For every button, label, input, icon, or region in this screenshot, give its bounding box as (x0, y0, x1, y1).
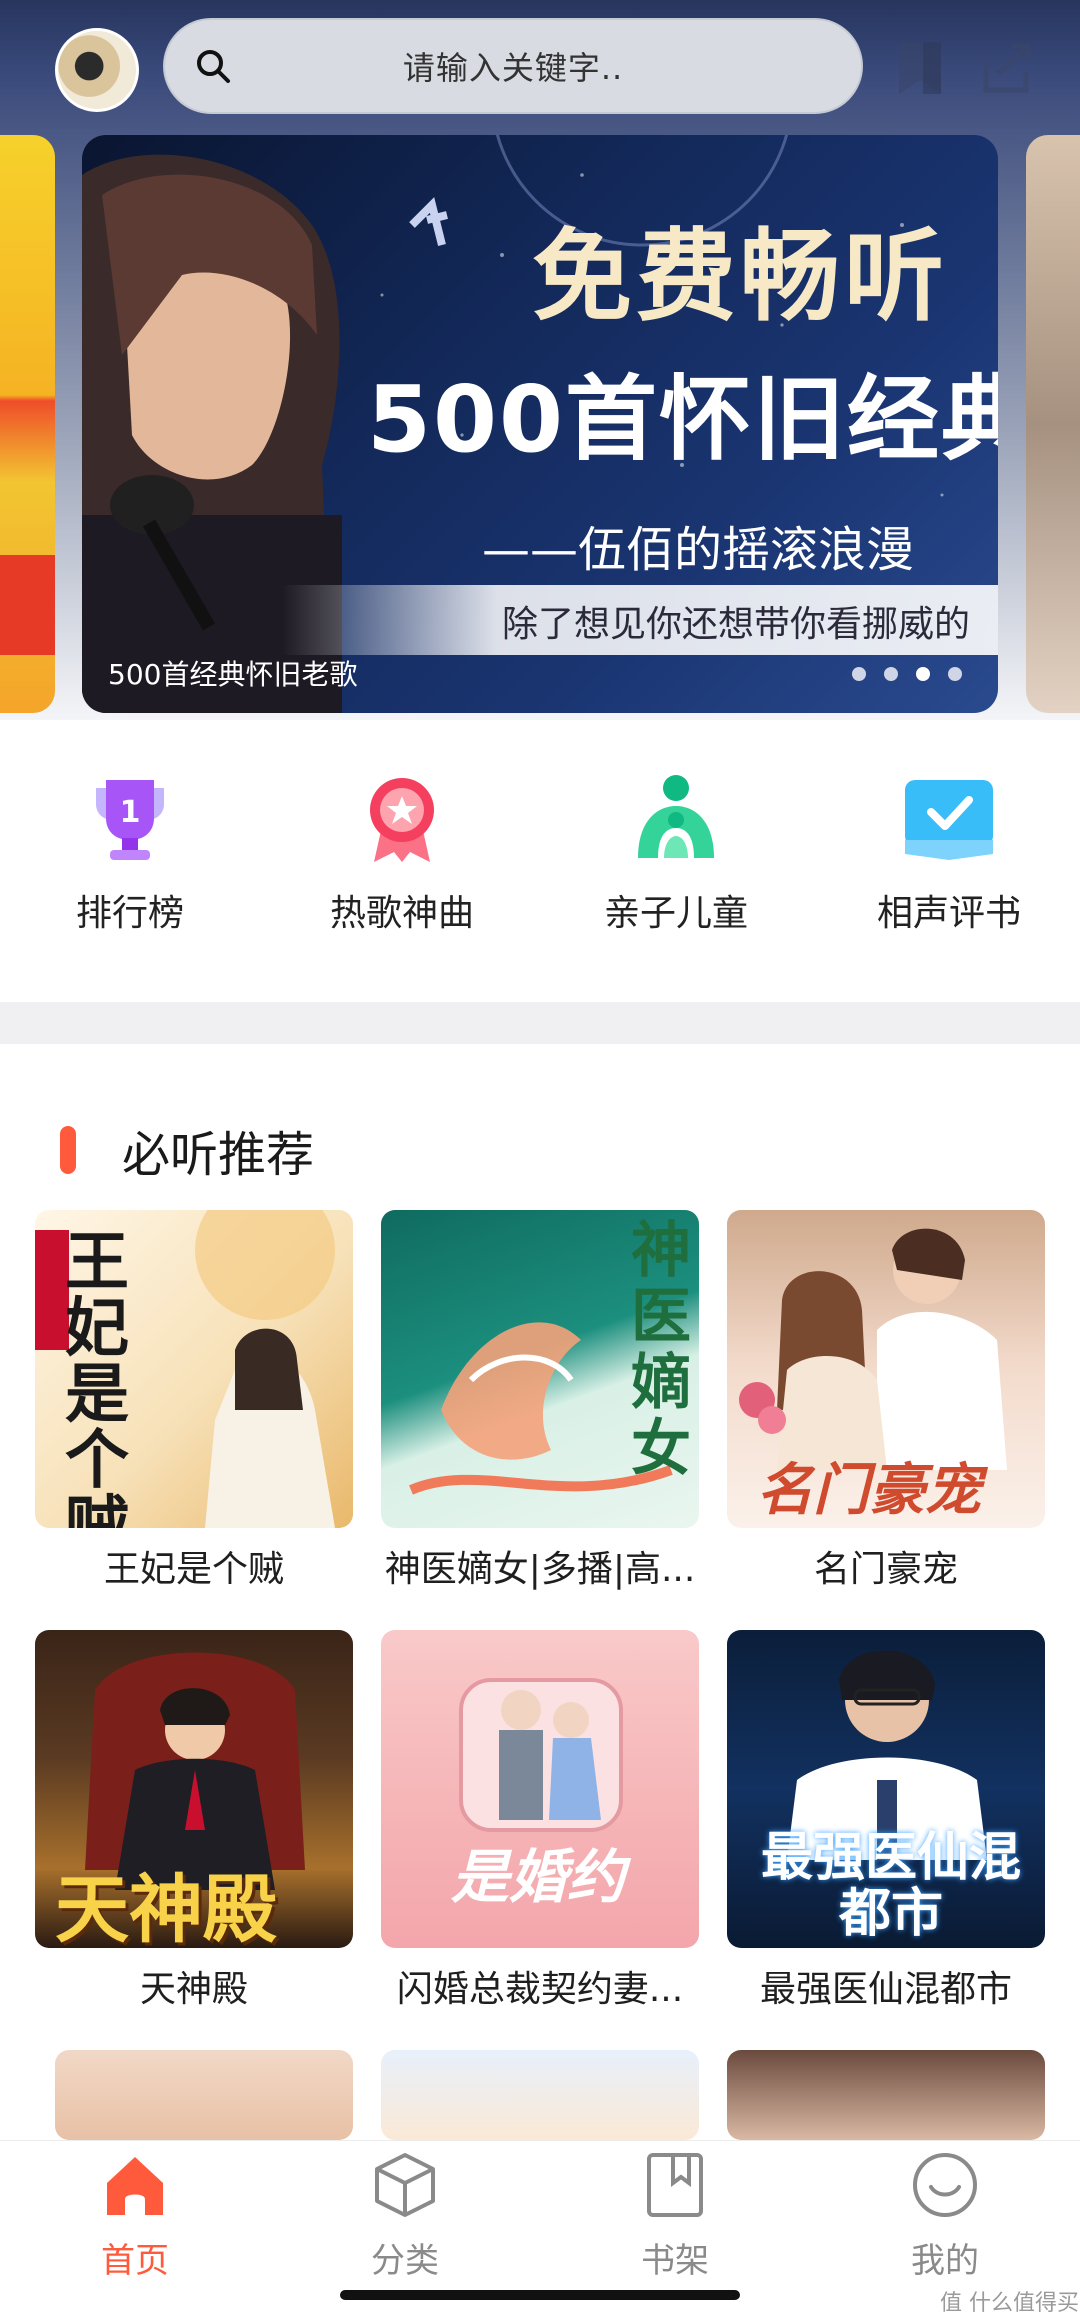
book-card[interactable] (727, 2050, 1045, 2140)
quick-item-crosstalk[interactable]: 相声评书 (849, 770, 1049, 936)
trophy-icon: 1 (96, 780, 164, 860)
book-cover[interactable]: 神医嫡女 (381, 1210, 699, 1528)
nav-label-category: 分类 (371, 2241, 439, 2281)
banner-lyric: 除了想见你还想带你看挪威的 (502, 604, 971, 645)
profile-icon (913, 2153, 977, 2217)
carousel-dot-active[interactable] (916, 667, 930, 681)
nav-category[interactable]: 分类 (305, 2149, 505, 2282)
quick-label-crosstalk: 相声评书 (876, 893, 1021, 934)
banner-subheadline: 500首怀旧经典 (367, 366, 998, 473)
nav-label-profile: 我的 (911, 2241, 979, 2281)
book-cover-title: 名门豪宠 (757, 1458, 981, 1523)
medal-icon (370, 778, 434, 862)
section-divider (0, 1002, 1080, 1044)
book-cover[interactable]: 是婚约 (381, 1630, 699, 1948)
book-title: 神医嫡女|多播|高... (384, 1549, 696, 1590)
book-cover[interactable]: 王妃是个贼 (35, 1210, 353, 1528)
quick-label-kids: 亲子儿童 (603, 893, 748, 934)
nav-home[interactable]: 首页 (35, 2149, 235, 2282)
watermark: 值 什么值得买 (940, 2291, 1079, 2316)
quick-category-row: 1 排行榜 热歌神曲 亲子儿童 相声评书 (0, 770, 1080, 940)
search-icon (197, 50, 230, 83)
banner-prev-card[interactable] (0, 135, 55, 713)
book-cover[interactable] (727, 2050, 1045, 2140)
nav-bookshelf[interactable]: 书架 (575, 2149, 775, 2282)
quick-item-hot-songs[interactable]: 热歌神曲 (302, 770, 502, 936)
search-input[interactable]: 请输入关键字.. (165, 43, 861, 89)
carousel-indicator (852, 667, 962, 681)
nav-label-bookshelf: 书架 (641, 2241, 709, 2281)
book-cover[interactable] (381, 2050, 699, 2140)
quick-item-kids[interactable]: 亲子儿童 (576, 770, 776, 936)
nav-profile[interactable]: 我的 (845, 2149, 1045, 2282)
banner-tagline: ——伍佰的摇滚浪漫 (482, 522, 915, 578)
book-card[interactable]: 最强医仙混都市 最强医仙混都市 (727, 1630, 1045, 2012)
book-cover-title: 天神殿 (55, 1867, 277, 1948)
banner-headline: 免费畅听 (532, 218, 948, 335)
book-cover-title: 最强医仙混都市 (760, 1828, 1021, 1944)
svg-text:1: 1 (120, 795, 141, 830)
nav-label-home: 首页 (101, 2241, 169, 2281)
book-card[interactable]: 王妃是个贼 王妃是个贼 (35, 1210, 353, 1592)
book-card[interactable] (381, 2050, 699, 2140)
book-title: 王妃是个贼 (103, 1549, 284, 1590)
book-cover[interactable] (55, 2050, 353, 2140)
section-accent-mark (60, 1126, 76, 1174)
quick-item-ranking[interactable]: 1 排行榜 (30, 770, 230, 936)
book-cover-title: 王妃是个贼 (65, 1226, 129, 1528)
book-title: 名门豪宠 (813, 1549, 958, 1590)
home-indicator[interactable] (340, 2290, 740, 2300)
book-card[interactable] (55, 2050, 373, 2140)
book-card[interactable]: 天神殿 天神殿 (35, 1630, 353, 2012)
carousel-dot[interactable] (884, 667, 898, 681)
banner[interactable]: 免费畅听 500首怀旧经典 ——伍佰的摇滚浪漫 除了想见你还想带你看挪威的 50… (82, 135, 998, 713)
section-title: 必听推荐 (122, 1127, 315, 1183)
quick-label-ranking: 排行榜 (75, 893, 184, 934)
search-bar[interactable]: 请输入关键字.. (163, 18, 863, 114)
book-check-icon (905, 780, 993, 860)
book-cover[interactable]: 天神殿 (35, 1630, 353, 1948)
bookmark-icon[interactable] (893, 38, 947, 98)
book-title: 闪婚总裁契约妻... (396, 1969, 684, 2010)
book-cover[interactable]: 最强医仙混都市 (727, 1630, 1045, 1948)
quick-label-hot-songs: 热歌神曲 (329, 893, 474, 934)
banner-caption: 500首经典怀旧老歌 (108, 658, 358, 691)
top-area: 请输入关键字.. 免费畅听 500首怀旧经典 ——伍佰的摇滚浪漫 除了想见你还想… (0, 0, 1080, 720)
home-icon (107, 2157, 163, 2215)
category-box-icon (375, 2153, 435, 2217)
share-icon[interactable] (978, 38, 1036, 98)
carousel-dot[interactable] (948, 667, 962, 681)
banner-next-card[interactable] (1026, 135, 1080, 713)
book-card[interactable]: 神医嫡女 神医嫡女|多播|高... (381, 1210, 699, 1592)
book-card[interactable]: 是婚约 闪婚总裁契约妻... (381, 1630, 699, 2012)
book-cover-title: 神医嫡女 (631, 1216, 691, 1484)
book-card[interactable]: 名门豪宠 名门豪宠 (727, 1210, 1045, 1592)
section-header: 必听推荐 (60, 1115, 314, 1185)
book-title: 最强医仙混都市 (759, 1969, 1012, 2010)
book-cover[interactable]: 名门豪宠 (727, 1210, 1045, 1528)
bookshelf-icon (647, 2153, 703, 2217)
book-title: 天神殿 (139, 1969, 248, 2010)
avatar[interactable] (55, 28, 139, 112)
carousel-dot[interactable] (852, 667, 866, 681)
family-icon (638, 775, 714, 858)
book-cover-title: 是婚约 (451, 1843, 626, 1911)
